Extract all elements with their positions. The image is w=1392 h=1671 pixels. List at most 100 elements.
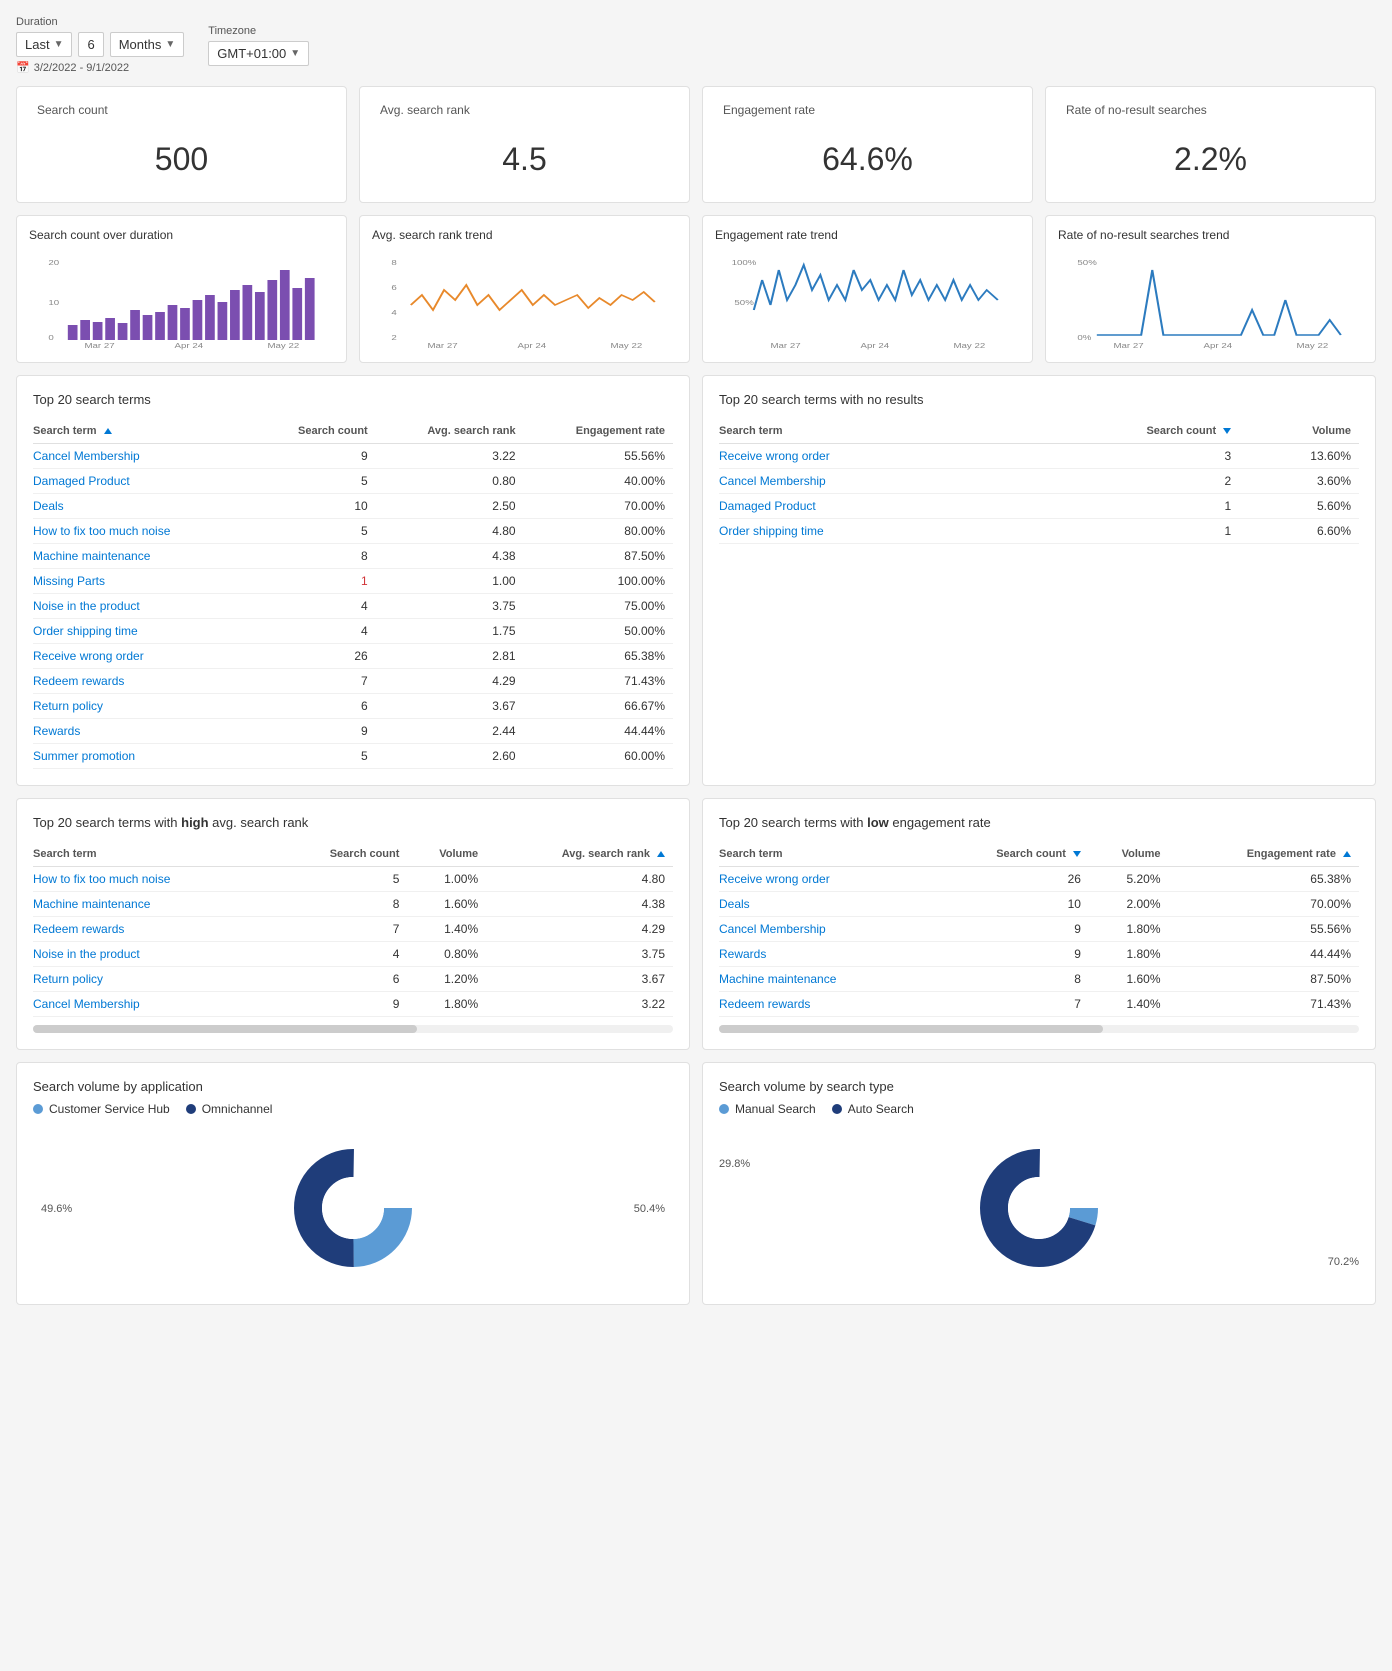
avg-rank-value: 4.5 [380, 133, 669, 186]
th-hr-count[interactable]: Search count [277, 842, 407, 867]
last-select[interactable]: Last ▼ [16, 32, 72, 57]
th-engagement[interactable]: Engagement rate [524, 419, 673, 444]
months-select[interactable]: Months ▼ [110, 32, 185, 57]
no-results-body: Receive wrong order313.60%Cancel Members… [719, 444, 1359, 544]
high-rank-scroll[interactable]: Search term Search count Volume Avg. sea… [33, 842, 673, 1033]
svg-text:Apr 24: Apr 24 [175, 341, 204, 349]
pie-app-label-left: 49.6% [41, 1203, 72, 1215]
legend-omnichannel: Omnichannel [186, 1102, 273, 1116]
no-results-scroll[interactable]: Search term Search count Volume Receive … [719, 419, 1359, 544]
top20-tables-row: Top 20 search terms Search term Search c… [16, 375, 1376, 786]
svg-text:Mar 27: Mar 27 [427, 341, 458, 349]
table-cell: 100.00% [524, 569, 673, 594]
table-cell: Noise in the product [33, 942, 277, 967]
th-le-count[interactable]: Search count [932, 842, 1089, 867]
no-results-table-card: Top 20 search terms with no results Sear… [702, 375, 1376, 786]
svg-text:10: 10 [48, 298, 59, 306]
table-cell: 3 [1011, 444, 1239, 469]
table-cell: 5 [256, 469, 375, 494]
table-cell: 1.75 [376, 619, 524, 644]
pie-type-label-left: 29.8% [719, 1158, 750, 1170]
top20-body: Cancel Membership93.2255.56%Damaged Prod… [33, 444, 673, 769]
table-cell: 4 [256, 594, 375, 619]
table-cell: 9 [932, 917, 1089, 942]
svg-text:May 22: May 22 [267, 341, 299, 349]
pie-search-type-card: Search volume by search type Manual Sear… [702, 1062, 1376, 1305]
th-avg-rank[interactable]: Avg. search rank [376, 419, 524, 444]
low-engagement-scroll[interactable]: Search term Search count Volume Engageme… [719, 842, 1359, 1033]
table-cell: 4 [256, 619, 375, 644]
table-row: Deals102.00%70.00% [719, 892, 1359, 917]
table-cell: Machine maintenance [33, 892, 277, 917]
table-cell: Summer promotion [33, 744, 256, 769]
search-count-chart-area: Search count 20 10 0 [29, 250, 334, 350]
svg-text:May 22: May 22 [610, 341, 642, 349]
table-cell: Redeem rewards [33, 669, 256, 694]
table-row: Redeem rewards74.2971.43% [33, 669, 673, 694]
pie-type-label-right: 70.2% [1328, 1256, 1359, 1268]
svg-text:May 22: May 22 [953, 341, 985, 349]
duration-value[interactable]: 6 [78, 32, 103, 57]
table-row: Machine maintenance81.60%87.50% [719, 967, 1359, 992]
th-le-engagement[interactable]: Engagement rate [1169, 842, 1360, 867]
table-cell: 9 [256, 719, 375, 744]
th-hr-rank[interactable]: Avg. search rank [486, 842, 673, 867]
avg-rank-chart-area: Avg. search rank 8 6 4 2 Mar 27 Apr 24 M… [372, 250, 677, 350]
table-cell: Rewards [719, 942, 932, 967]
table-cell: How to fix too much noise [33, 867, 277, 892]
table-cell: 0.80% [407, 942, 486, 967]
table-row: Order shipping time16.60% [719, 519, 1359, 544]
table-row: Redeem rewards71.40%4.29 [33, 917, 673, 942]
th-nr-search-term[interactable]: Search term [719, 419, 1011, 444]
low-engagement-scrollbar[interactable] [719, 1025, 1359, 1033]
table-cell: 71.43% [1169, 992, 1360, 1017]
table-cell: 8 [932, 967, 1089, 992]
table-row: Return policy61.20%3.67 [33, 967, 673, 992]
table-cell: Rewards [33, 719, 256, 744]
table-cell: 7 [277, 917, 407, 942]
avg-rank-chart-title: Avg. search rank trend [372, 228, 677, 242]
svg-text:0: 0 [48, 333, 54, 341]
th-nr-count[interactable]: Search count [1011, 419, 1239, 444]
table-row: Noise in the product43.7575.00% [33, 594, 673, 619]
pie-charts-row: Search volume by application Customer Se… [16, 1062, 1376, 1305]
search-count-svg: Search count 20 10 0 [29, 250, 334, 350]
avg-rank-card: Avg. search rank 4.5 [359, 86, 690, 203]
table-cell: 8 [277, 892, 407, 917]
high-rank-scrollbar[interactable] [33, 1025, 673, 1033]
th-search-count[interactable]: Search count [256, 419, 375, 444]
timezone-value: GMT+01:00 [217, 46, 286, 61]
table-row: Redeem rewards71.40%71.43% [719, 992, 1359, 1017]
table-cell: 3.75 [486, 942, 673, 967]
th-nr-volume[interactable]: Volume [1239, 419, 1359, 444]
table-cell: 4.38 [486, 892, 673, 917]
svg-text:Apr 24: Apr 24 [518, 341, 547, 349]
th-hr-term[interactable]: Search term [33, 842, 277, 867]
table-cell: Redeem rewards [33, 917, 277, 942]
table-cell: 6.60% [1239, 519, 1359, 544]
svg-text:20: 20 [48, 258, 59, 266]
svg-text:8: 8 [391, 258, 397, 266]
search-count-value: 500 [37, 133, 326, 186]
timezone-select[interactable]: GMT+01:00 ▼ [208, 41, 309, 66]
legend-label-auto: Auto Search [848, 1102, 914, 1116]
pie-app-legend: Customer Service Hub Omnichannel [33, 1102, 673, 1116]
svg-text:Apr 24: Apr 24 [861, 341, 890, 349]
top20-header-row: Search term Search count Avg. search ran… [33, 419, 673, 444]
table-cell: 4.80 [486, 867, 673, 892]
th-le-volume[interactable]: Volume [1089, 842, 1169, 867]
th-search-term[interactable]: Search term [33, 419, 256, 444]
table-cell: 2.00% [1089, 892, 1169, 917]
table-cell: 2.50 [376, 494, 524, 519]
table-cell: 3.67 [486, 967, 673, 992]
top20-scroll[interactable]: Search term Search count Avg. search ran… [33, 419, 673, 769]
table-cell: 10 [932, 892, 1089, 917]
svg-text:50%: 50% [734, 298, 754, 306]
table-row: Order shipping time41.7550.00% [33, 619, 673, 644]
th-le-term[interactable]: Search term [719, 842, 932, 867]
th-hr-volume[interactable]: Volume [407, 842, 486, 867]
table-cell: 5.20% [1089, 867, 1169, 892]
no-result-svg: Rate of no-result searc... 50% 0% Mar 27… [1058, 250, 1363, 350]
table-row: Summer promotion52.6060.00% [33, 744, 673, 769]
table-cell: Damaged Product [33, 469, 256, 494]
